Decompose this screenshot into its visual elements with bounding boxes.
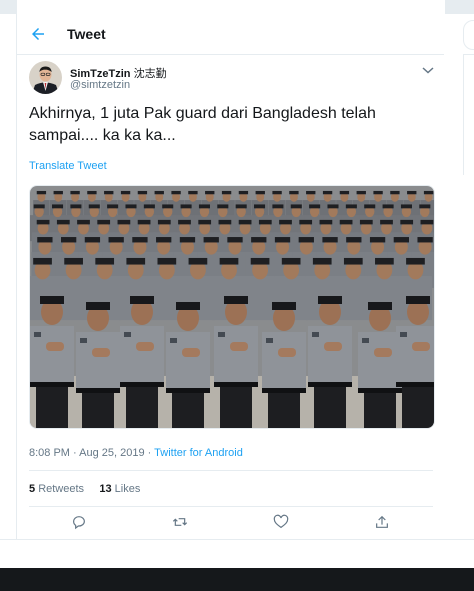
tweet-time[interactable]: 8:08 PM · Aug 25, 2019 · [29,447,154,459]
tweet-photo[interactable] [29,185,435,429]
tweet-source-link[interactable]: Twitter for Android [154,447,243,459]
divider [29,470,433,471]
sidebar-panel [463,54,474,175]
tweet-actions [17,512,445,534]
tweet-column: Tweet SimTzeTzin 沈志勤 @simtzetzin Akhirny… [16,14,446,539]
chevron-down-icon[interactable] [421,65,435,75]
retweets-count[interactable]: 5 [29,483,35,495]
user-handle[interactable]: @simtzetzin [70,79,130,91]
avatar[interactable] [29,61,62,94]
arrow-left-icon[interactable] [29,25,47,43]
retweet-icon[interactable] [172,514,188,530]
sidebar-search[interactable] [463,20,474,50]
translate-link[interactable]: Translate Tweet [29,160,107,172]
retweets-stat[interactable]: 5 Retweets [29,483,84,495]
likes-label[interactable]: Likes [115,483,141,495]
taskbar [0,568,474,591]
likes-stat[interactable]: 13 Likes [99,483,140,495]
display-name-cjk[interactable]: 沈志勤 [134,68,167,80]
divider [29,506,433,507]
share-icon[interactable] [374,514,390,530]
page-title: Tweet [67,26,106,42]
top-strip [0,0,474,14]
likes-count[interactable]: 13 [99,483,111,495]
retweets-label[interactable]: Retweets [38,483,84,495]
tweet-meta: 8:08 PM · Aug 25, 2019 · Twitter for And… [29,447,243,459]
like-icon[interactable] [273,514,289,530]
page-bottom [0,539,474,569]
tweet-text: Akhirnya, 1 juta Pak guard dari Banglade… [29,105,376,144]
header: Tweet [17,14,445,55]
reply-icon[interactable] [71,514,87,530]
tweet-stats: 5 Retweets 13 Likes [29,483,140,495]
